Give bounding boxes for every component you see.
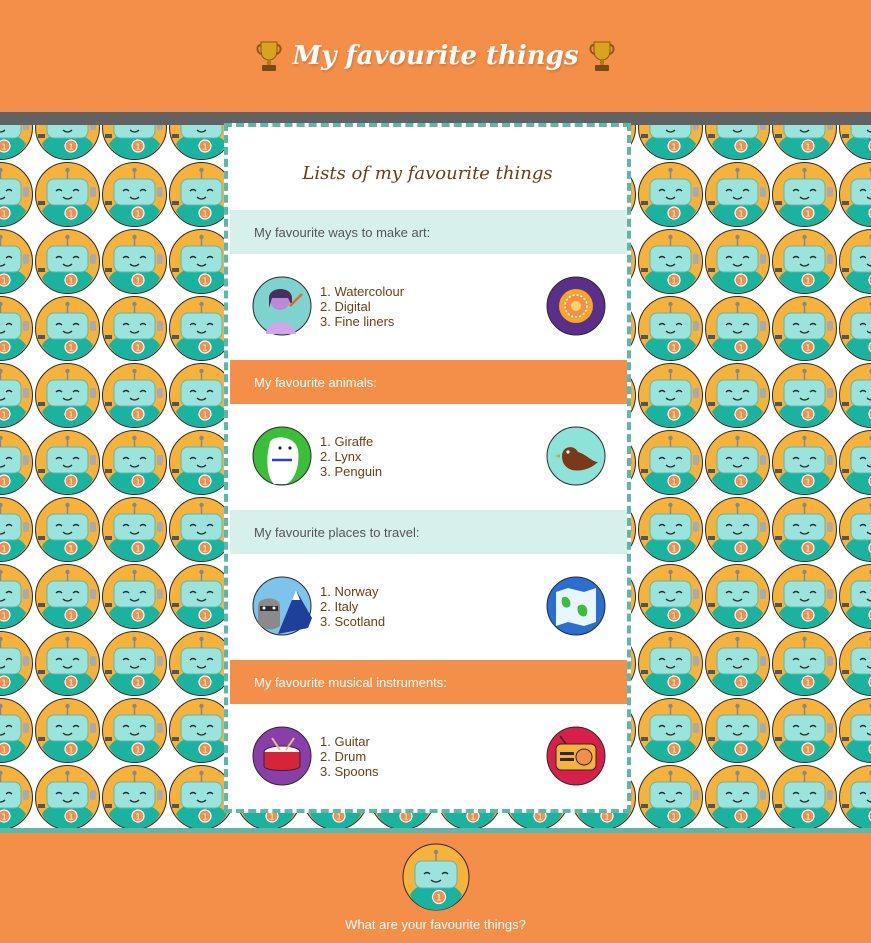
section-heading-travel: My favourite places to travel: — [230, 510, 627, 554]
card-title: Lists of my favourite things — [302, 163, 553, 184]
list-item: 1. Giraffe — [320, 434, 374, 449]
instruments-list: 1. Guitar 2. Drum 3. Spoons — [320, 734, 379, 779]
mandala-icon — [546, 276, 606, 336]
section-heading-animals: My favourite animals: — [230, 360, 627, 404]
section-heading-label: My favourite ways to make art: — [254, 224, 431, 240]
bird-icon — [546, 426, 606, 486]
list-item: 1. Watercolour — [320, 284, 405, 299]
trophy-icon — [588, 41, 615, 71]
list-item: 2. Italy — [320, 599, 359, 614]
trophy-icon — [256, 41, 283, 71]
list-item: 3. Scotland — [320, 614, 386, 629]
section-heading-label: My favourite places to travel: — [254, 524, 420, 540]
favourites-card: Lists of my favourite things My favourit… — [224, 123, 631, 813]
section-heading-instruments: My favourite musical instruments: — [230, 660, 627, 704]
page-title: My favourite things — [292, 41, 579, 71]
list-item: 3. Penguin — [320, 464, 383, 479]
travel-list: 1. Norway 2. Italy 3. Scotland — [320, 584, 385, 629]
list-item: 1. Guitar — [320, 734, 370, 749]
header-title-group: My favourite things — [254, 39, 616, 73]
section-body-art: 1. Watercolour 2. Digital 3. Fine liners — [230, 254, 627, 360]
section-heading-label: My favourite animals: — [254, 374, 377, 390]
map-icon — [546, 576, 606, 636]
raccoon-mountain-icon — [252, 576, 312, 636]
section-heading-label: My favourite musical instruments: — [254, 674, 447, 690]
radio-icon — [546, 726, 606, 786]
artist-avatar-icon — [252, 276, 312, 336]
polar-bear-icon — [252, 426, 312, 486]
page-header: My favourite things — [0, 0, 871, 112]
section-heading-art: My favourite ways to make art: — [230, 210, 627, 254]
footer-question: What are your favourite things? — [345, 917, 526, 932]
list-item: 2. Digital — [320, 299, 371, 314]
art-list: 1. Watercolour 2. Digital 3. Fine liners — [320, 284, 404, 329]
section-body-travel: 1. Norway 2. Italy 3. Scotland — [230, 554, 627, 660]
list-item: 2. Drum — [320, 749, 367, 764]
drum-icon — [252, 726, 312, 786]
robot-badge-icon: 1 — [402, 843, 469, 911]
section-body-instruments: 1. Guitar 2. Drum 3. Spoons — [230, 704, 627, 810]
list-item: 3. Fine liners — [320, 314, 395, 329]
list-item: 2. Lynx — [320, 449, 362, 464]
list-item: 1. Norway — [320, 584, 379, 599]
list-item: 3. Spoons — [320, 764, 379, 779]
svg-text:1: 1 — [436, 894, 441, 904]
animals-list: 1. Giraffe 2. Lynx 3. Penguin — [320, 434, 382, 479]
section-body-animals: 1. Giraffe 2. Lynx 3. Penguin — [230, 404, 627, 510]
page-footer: 1 What are your favourite things? — [0, 833, 871, 943]
